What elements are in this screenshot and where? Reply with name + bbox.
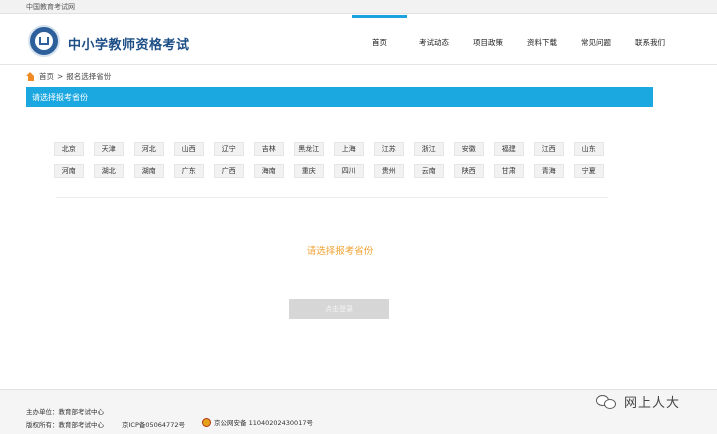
province-button[interactable]: 河北	[134, 142, 164, 156]
breadcrumb: 首页 > 报名选择省份	[26, 71, 111, 82]
province-row-2: 河南 湖北 湖南 广东 广西 海南 重庆 四川 贵州 云南 陕西 甘肃 青海 宁夏	[54, 164, 614, 178]
province-button[interactable]: 广东	[174, 164, 204, 178]
province-button[interactable]: 贵州	[374, 164, 404, 178]
province-button[interactable]: 天津	[94, 142, 124, 156]
province-button[interactable]: 黑龙江	[294, 142, 324, 156]
province-button[interactable]: 四川	[334, 164, 364, 178]
breadcrumb-current: 报名选择省份	[66, 72, 112, 81]
header: 中小学教师资格考试 首页 考试动态 项目政策 资料下载 常见问题 联系我们	[0, 15, 717, 65]
watermark-text: 网上人大	[624, 396, 681, 411]
nav-item-faq[interactable]: 常见问题	[569, 15, 623, 65]
divider	[56, 197, 608, 198]
nav-item-downloads[interactable]: 资料下载	[515, 15, 569, 65]
section-title: 请选择报考省份	[32, 93, 88, 102]
select-province-prompt: 请选择报考省份	[306, 246, 374, 257]
footer-police-text: 京公网安备 11040202430017号	[214, 419, 313, 427]
site-name[interactable]: 中国教育考试网	[26, 2, 75, 12]
brand-title[interactable]: 中小学教师资格考试	[68, 34, 190, 53]
nav-item-home[interactable]: 首页	[352, 15, 407, 65]
province-button[interactable]: 湖北	[94, 164, 124, 178]
province-button[interactable]: 云南	[414, 164, 444, 178]
footer-copyright: 版权所有：教育部考试中心	[26, 421, 104, 429]
footer-police-record[interactable]: 京公网安备 11040202430017号	[202, 417, 313, 427]
province-button[interactable]: 江苏	[374, 142, 404, 156]
province-button[interactable]: 湖南	[134, 164, 164, 178]
logo-icon[interactable]	[28, 25, 60, 57]
breadcrumb-home[interactable]: 首页	[39, 71, 54, 82]
footer-sponsor: 主办单位：教育部考试中心	[26, 408, 104, 416]
province-row-1: 北京 天津 河北 山西 辽宁 吉林 黑龙江 上海 江苏 浙江 安徽 福建 江西 山东	[54, 142, 614, 156]
watermark: 网上人大	[596, 392, 680, 411]
province-button[interactable]: 广西	[214, 164, 244, 178]
province-button[interactable]: 吉林	[254, 142, 284, 156]
province-button[interactable]: 福建	[494, 142, 524, 156]
wechat-icon	[596, 393, 618, 411]
nav-item-exam-news[interactable]: 考试动态	[407, 15, 461, 65]
province-button[interactable]: 山东	[574, 142, 604, 156]
breadcrumb-separator: >	[57, 72, 64, 81]
province-button[interactable]: 上海	[334, 142, 364, 156]
nav-item-policy[interactable]: 项目政策	[461, 15, 515, 65]
top-bar: 中国教育考试网	[0, 0, 717, 14]
province-button[interactable]: 重庆	[294, 164, 324, 178]
province-button[interactable]: 陕西	[454, 164, 484, 178]
footer-icp[interactable]: 京ICP备05064772号	[122, 419, 185, 429]
province-button[interactable]: 海南	[254, 164, 284, 178]
login-button[interactable]: 点击登录	[289, 299, 389, 319]
section-title-bar: 请选择报考省份	[26, 87, 653, 107]
province-button[interactable]: 山西	[174, 142, 204, 156]
province-button[interactable]: 江西	[534, 142, 564, 156]
province-button[interactable]: 河南	[54, 164, 84, 178]
province-button[interactable]: 浙江	[414, 142, 444, 156]
home-icon	[26, 72, 35, 81]
police-badge-icon	[202, 417, 211, 427]
province-button[interactable]: 北京	[54, 142, 84, 156]
main-nav: 首页 考试动态 项目政策 资料下载 常见问题 联系我们	[352, 15, 677, 65]
province-grid: 北京 天津 河北 山西 辽宁 吉林 黑龙江 上海 江苏 浙江 安徽 福建 江西 山东 河南 湖北 湖南 广东 广西…	[54, 142, 614, 186]
province-button[interactable]: 甘肃	[494, 164, 524, 178]
province-button[interactable]: 辽宁	[214, 142, 244, 156]
province-button[interactable]: 青海	[534, 164, 564, 178]
province-button[interactable]: 宁夏	[574, 164, 604, 178]
nav-item-contact[interactable]: 联系我们	[623, 15, 677, 65]
province-button[interactable]: 安徽	[454, 142, 484, 156]
